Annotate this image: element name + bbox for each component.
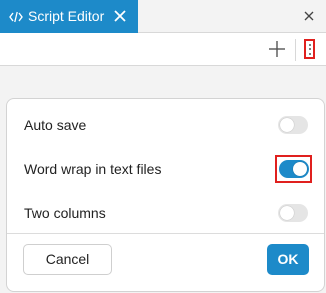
- tab-script-editor[interactable]: Script Editor: [0, 0, 138, 33]
- toolbar: [0, 33, 326, 66]
- close-icon[interactable]: [303, 10, 315, 22]
- two-columns-label: Two columns: [24, 205, 106, 221]
- tab-title: Script Editor: [28, 8, 105, 24]
- code-icon: [9, 11, 23, 23]
- kebab-menu-icon[interactable]: [304, 39, 315, 59]
- plus-icon[interactable]: [268, 40, 286, 58]
- toolbar-divider: [295, 39, 296, 61]
- dialog-divider: [7, 233, 324, 234]
- settings-dialog: Auto save Word wrap in text files Two co…: [6, 98, 325, 292]
- word-wrap-label: Word wrap in text files: [24, 161, 162, 177]
- cancel-button[interactable]: Cancel: [23, 244, 112, 275]
- word-wrap-toggle[interactable]: [279, 160, 309, 178]
- auto-save-label: Auto save: [24, 117, 87, 133]
- auto-save-toggle[interactable]: [278, 116, 308, 134]
- two-columns-toggle[interactable]: [278, 204, 308, 222]
- close-icon[interactable]: [113, 9, 127, 23]
- tab-bar: Script Editor: [0, 0, 326, 33]
- ok-button[interactable]: OK: [267, 244, 309, 275]
